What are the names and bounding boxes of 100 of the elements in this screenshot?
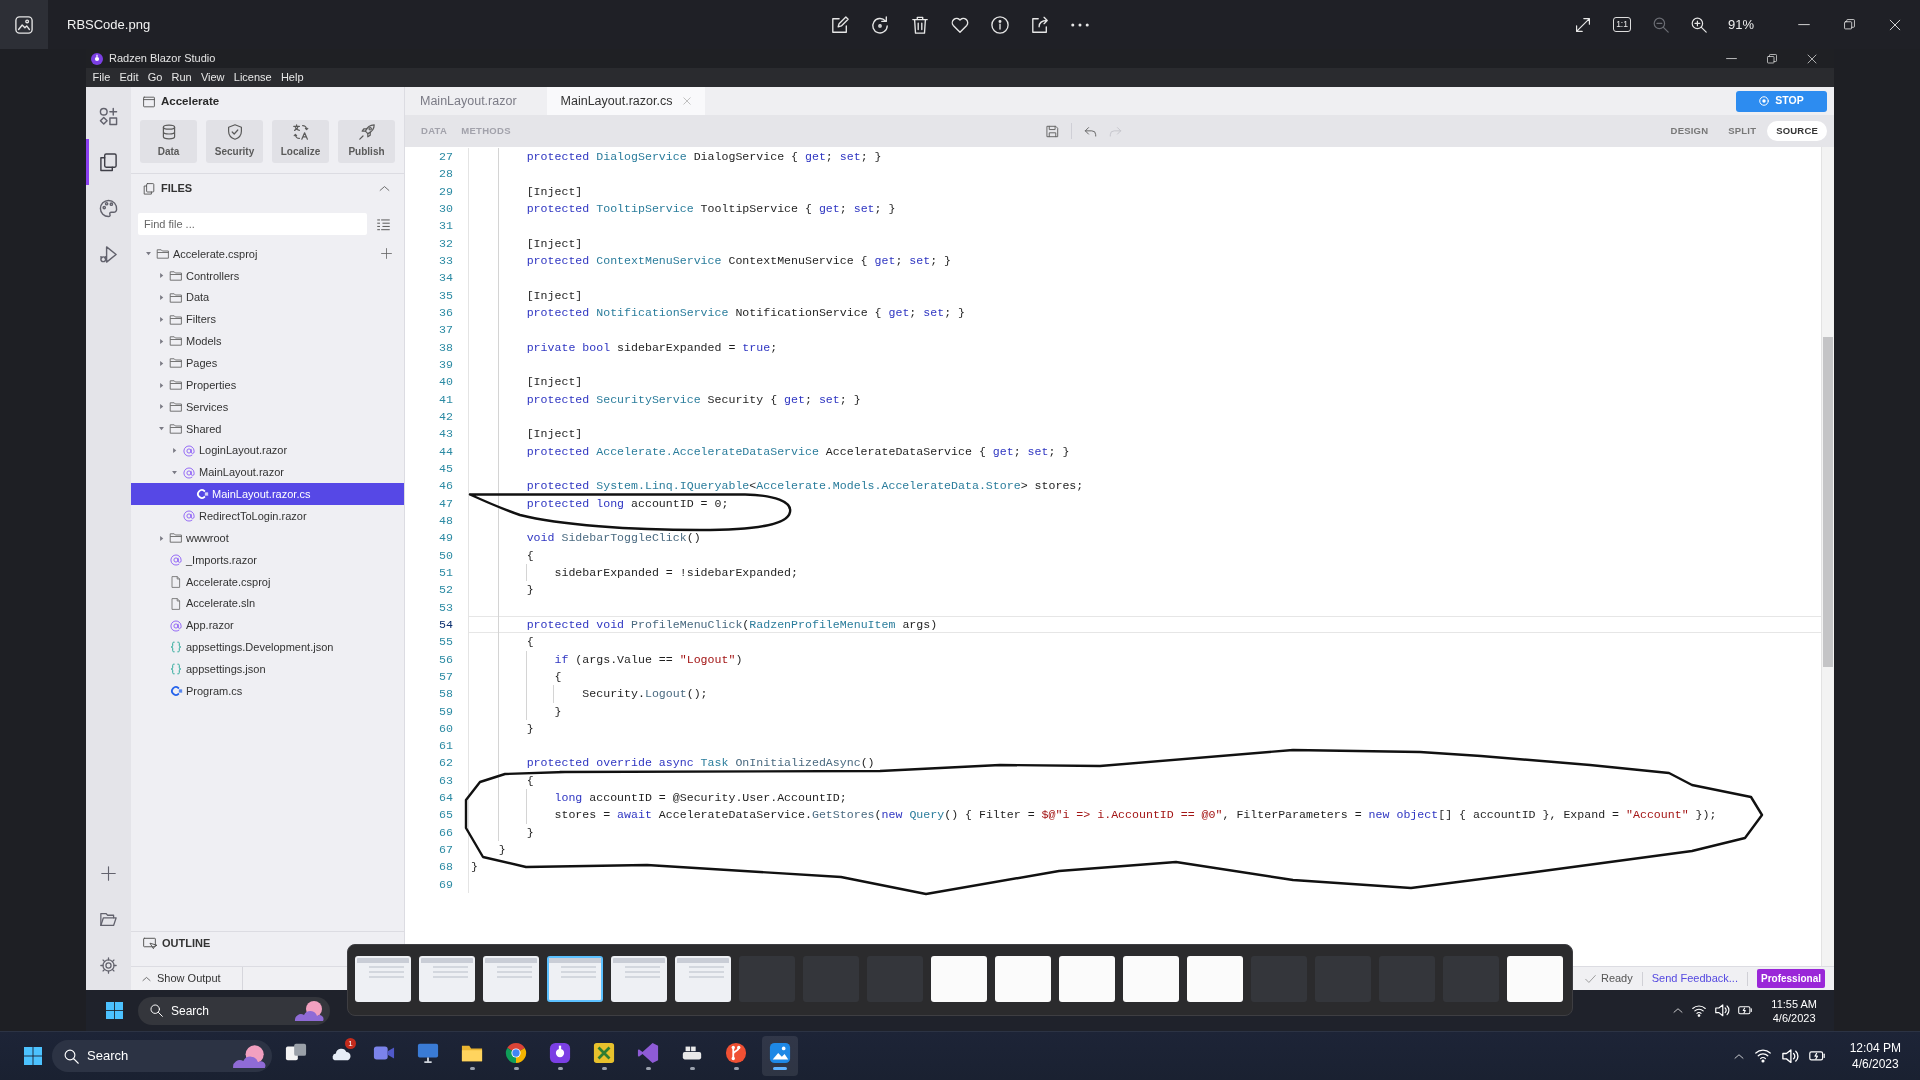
tree-item[interactable]: App.razor — [131, 614, 404, 637]
rotate-icon[interactable] — [871, 15, 889, 34]
tool-button[interactable]: Publish — [338, 120, 395, 163]
undo-icon[interactable] — [1083, 124, 1097, 138]
taskbar-button[interactable]: 1 — [322, 1036, 358, 1076]
image-icon[interactable] — [15, 15, 33, 34]
tree-item[interactable]: Data — [131, 286, 404, 309]
menu-item[interactable]: License — [229, 69, 277, 86]
caret-icon[interactable] — [157, 534, 165, 542]
tree-item[interactable]: Models — [131, 330, 404, 353]
zoom-out-icon[interactable] — [1652, 16, 1669, 33]
tree-item[interactable]: appsettings.json — [131, 658, 404, 681]
image-thumbnail[interactable] — [483, 956, 539, 1002]
menu-item[interactable]: Edit — [114, 69, 144, 86]
menu-item[interactable]: View — [196, 69, 230, 86]
image-thumbnail[interactable] — [611, 956, 667, 1002]
wifi-icon[interactable] — [1692, 1004, 1707, 1017]
info-icon[interactable] — [991, 15, 1009, 34]
image-thumbnail[interactable] — [1507, 956, 1563, 1002]
caret-icon[interactable] — [157, 381, 165, 389]
image-thumbnail[interactable] — [355, 956, 411, 1002]
folder-icon[interactable] — [100, 910, 117, 928]
caret-icon[interactable] — [157, 359, 165, 367]
zoom-in-icon[interactable] — [1690, 16, 1707, 33]
menu-item[interactable]: Run — [166, 69, 197, 86]
menu-item[interactable]: Go — [143, 69, 167, 86]
tree-item[interactable]: Accelerate.sln — [131, 592, 404, 615]
view-mode-tab[interactable]: DESIGN — [1661, 120, 1718, 142]
menu-item[interactable]: File — [88, 69, 115, 86]
tool-button[interactable]: Data — [140, 120, 197, 163]
plus-icon[interactable] — [381, 248, 392, 260]
battery-icon[interactable] — [1738, 1006, 1753, 1015]
tree-item[interactable]: Shared — [131, 417, 404, 440]
tree-item[interactable]: Accelerate.csproj — [131, 570, 404, 593]
search-box[interactable]: Search — [138, 996, 330, 1025]
tree-item[interactable]: RedirectToLogin.razor — [131, 505, 404, 528]
tree-item[interactable]: appsettings.Development.json — [131, 636, 404, 659]
caret-icon[interactable] — [170, 447, 178, 455]
list-icon[interactable] — [377, 217, 390, 231]
image-thumbnail[interactable] — [1059, 956, 1115, 1002]
feedback-link[interactable]: Send Feedback... — [1651, 970, 1738, 987]
settings-icon[interactable] — [100, 956, 117, 974]
plus-icon[interactable] — [101, 865, 116, 881]
edit-icon[interactable] — [831, 15, 849, 34]
tree-item[interactable]: Controllers — [131, 264, 404, 287]
tool-button[interactable]: Security — [206, 120, 263, 163]
taskbar-button[interactable] — [762, 1036, 798, 1076]
caret-icon[interactable] — [157, 272, 165, 280]
share-icon[interactable] — [1031, 15, 1049, 34]
editor-tab[interactable]: MainLayout.razor.cs — [546, 87, 706, 115]
more-icon[interactable] — [1071, 22, 1089, 27]
image-thumbnail[interactable] — [1123, 956, 1179, 1002]
restore-icon[interactable] — [1844, 19, 1855, 30]
save-icon[interactable] — [1045, 124, 1059, 138]
expand-icon[interactable] — [1575, 16, 1592, 33]
caret-icon[interactable] — [157, 294, 165, 302]
search-box[interactable]: Search — [52, 1040, 272, 1072]
caret-icon[interactable] — [157, 425, 165, 433]
image-thumbnail[interactable] — [1187, 956, 1243, 1002]
speaker-icon[interactable] — [1715, 1004, 1730, 1017]
tree-item[interactable]: _Imports.razor — [131, 549, 404, 571]
scrollbar-thumb[interactable] — [1823, 337, 1833, 667]
image-thumbnail[interactable] — [419, 956, 475, 1002]
tree-item[interactable]: wwwroot — [131, 527, 404, 550]
menu-item[interactable]: Help — [276, 69, 309, 86]
minimize-icon[interactable] — [1798, 23, 1810, 26]
image-thumbnail[interactable] — [675, 956, 731, 1002]
line-number: 55 — [439, 635, 453, 649]
caret-icon[interactable] — [144, 250, 152, 258]
tool-button[interactable]: Localize — [272, 120, 329, 163]
caret-icon[interactable] — [157, 403, 165, 411]
windows-logo-icon[interactable] — [106, 1002, 123, 1019]
search-field[interactable]: Find file ... — [138, 213, 367, 235]
speaker-icon[interactable] — [1781, 1048, 1798, 1064]
tree-item[interactable]: Services — [131, 396, 404, 418]
heart-icon[interactable] — [951, 15, 969, 34]
caret-icon[interactable] — [157, 337, 165, 345]
minimize-icon[interactable] — [1726, 57, 1737, 60]
tree-item[interactable]: Pages — [131, 352, 404, 375]
view-mode-tab[interactable]: SPLIT — [1719, 120, 1766, 142]
trash-icon[interactable] — [911, 15, 929, 34]
tree-item[interactable]: MainLayout.razor.cs — [131, 483, 404, 506]
image-thumbnail[interactable] — [547, 956, 603, 1002]
actual-size-button[interactable]: 1:1 — [1613, 17, 1631, 32]
caret-icon[interactable] — [157, 316, 165, 323]
view-mode-tab[interactable]: SOURCE — [1767, 120, 1827, 142]
editor-tab[interactable]: MainLayout.razor — [405, 87, 547, 115]
tree-item[interactable]: MainLayout.razor — [131, 461, 404, 484]
caret-icon[interactable] — [170, 469, 178, 476]
chevron-up-icon[interactable] — [379, 186, 390, 191]
image-thumbnail[interactable] — [995, 956, 1051, 1002]
tree-item[interactable]: Program.cs — [131, 680, 404, 703]
wifi-icon[interactable] — [1754, 1049, 1771, 1063]
battery-icon[interactable] — [1808, 1051, 1825, 1061]
tree-item[interactable]: LoginLayout.razor — [131, 439, 404, 462]
restore-icon[interactable] — [1767, 53, 1777, 64]
image-thumbnail[interactable] — [931, 956, 987, 1002]
tree-item[interactable]: Accelerate.csproj — [131, 243, 404, 265]
tree-item[interactable]: Filters — [131, 308, 404, 331]
tree-item[interactable]: Properties — [131, 374, 404, 396]
